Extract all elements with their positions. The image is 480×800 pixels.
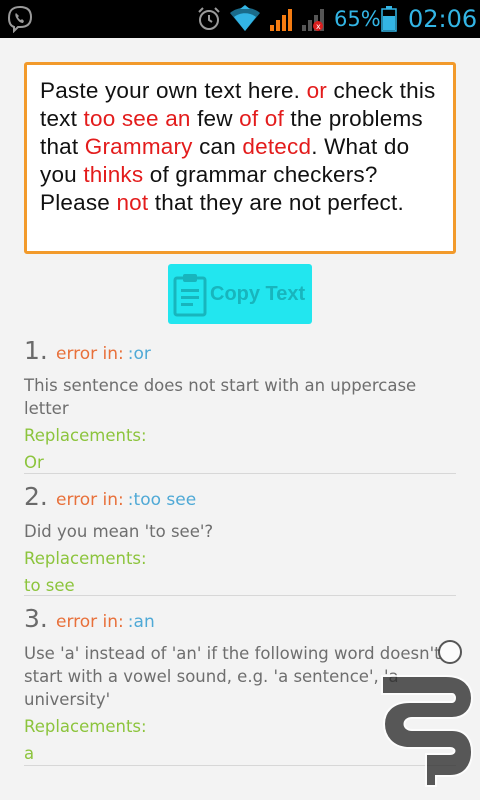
watermark-logo-icon <box>381 640 474 787</box>
error-message: This sentence does not start with an upp… <box>24 376 417 418</box>
svg-text:x: x <box>316 22 321 31</box>
result-header: 3. error in: :an <box>24 604 456 638</box>
editor-text[interactable]: Paste your own text here. or check this … <box>40 77 440 217</box>
error-in-label: error in: <box>56 490 124 510</box>
error-word: :or <box>127 344 151 364</box>
editor-text-segment: that they are not perfect. <box>148 190 404 215</box>
alarm-icon <box>198 7 220 30</box>
signal-icon <box>270 9 292 31</box>
status-time: 02:06 <box>408 5 478 33</box>
status-bar: x 65% 02:06 <box>0 0 480 38</box>
result-item-2: 2. error in: :too see Did you mean 'to s… <box>24 482 456 596</box>
copy-text-button[interactable]: Copy Text <box>168 264 312 324</box>
replacements-label: Replacements: <box>24 549 147 568</box>
highlighted-error-text: or <box>306 78 327 103</box>
battery-icon <box>381 6 397 32</box>
result-item-1: 1. error in: :or This sentence does not … <box>24 336 456 474</box>
highlighted-error-text: of of <box>239 106 284 131</box>
replacements-label: Replacements: <box>24 426 147 445</box>
result-number: 3. <box>24 604 48 633</box>
signal-icon: x <box>302 9 324 31</box>
result-header: 2. error in: :too see <box>24 482 456 516</box>
result-header: 1. error in: :or <box>24 336 456 370</box>
error-in-label: error in: <box>56 344 124 364</box>
error-word: :too see <box>127 490 197 510</box>
replacement-value[interactable]: to see <box>24 574 456 599</box>
highlighted-error-text: too see an <box>83 106 191 131</box>
editor-text-segment: few <box>190 106 240 131</box>
replacement-value[interactable]: Or <box>24 451 456 476</box>
viber-icon <box>7 5 33 33</box>
error-in-label: error in: <box>56 612 124 632</box>
error-word: :an <box>127 612 155 632</box>
result-number: 2. <box>24 482 48 511</box>
error-message: Did you mean 'to see'? <box>24 522 214 541</box>
wifi-icon <box>230 5 260 31</box>
highlighted-error-text: detecd <box>242 134 312 159</box>
highlighted-error-text: not <box>116 190 149 215</box>
text-input-area[interactable]: Paste your own text here. or check this … <box>24 62 456 254</box>
battery-percent: 65% <box>334 7 381 31</box>
highlighted-error-text: Grammary <box>84 134 193 159</box>
copy-text-label: Copy Text <box>210 282 306 305</box>
result-number: 1. <box>24 336 48 365</box>
editor-text-segment: Paste your own text here. <box>40 78 307 103</box>
editor-text-segment: can <box>192 134 243 159</box>
clipboard-icon <box>173 274 207 317</box>
highlighted-error-text: thinks <box>83 162 144 187</box>
